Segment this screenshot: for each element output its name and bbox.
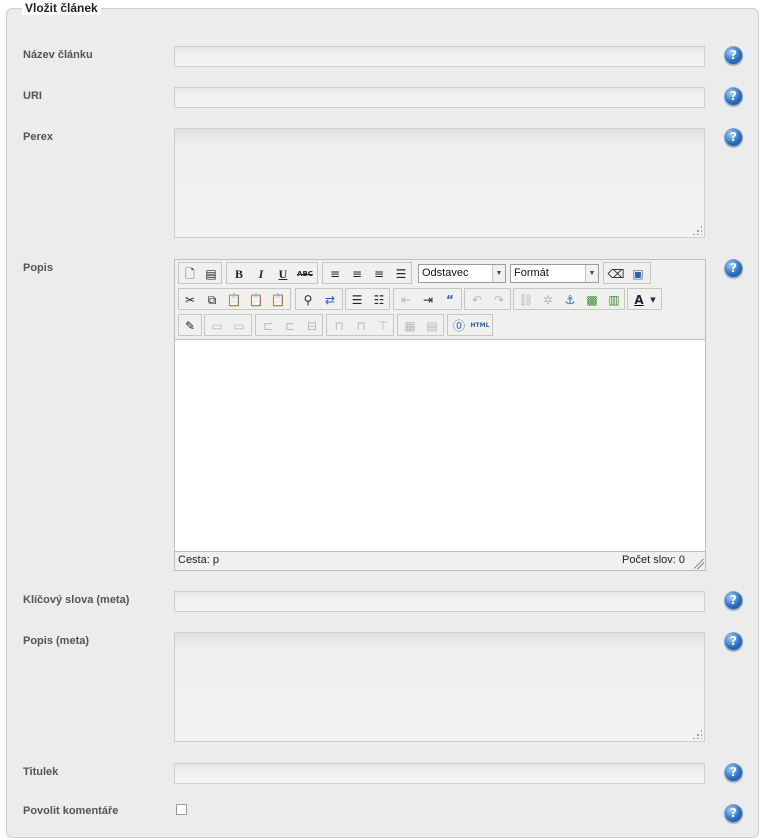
help-icon[interactable]: ?	[724, 128, 743, 147]
format-value: Formát	[514, 267, 549, 279]
toolbar-group: ⌫ ▣	[603, 262, 651, 284]
help-icon[interactable]: ⓪	[449, 317, 469, 335]
insert-col-before-icon[interactable]: ⊓	[329, 317, 349, 335]
chevron-down-icon: ▼	[492, 265, 505, 282]
help-icon[interactable]: ?	[724, 259, 743, 278]
link-icon[interactable]: ⛓	[516, 291, 536, 309]
bold-button[interactable]: B	[229, 265, 249, 283]
title-input[interactable]	[174, 46, 705, 67]
title-label: Název článku	[23, 49, 93, 61]
editor-content-area[interactable]	[175, 339, 705, 552]
image-icon[interactable]: ▩	[582, 291, 602, 309]
toolbar-group: ↶ ↷	[464, 288, 511, 310]
toolbar-group: ⚲ ⇄	[295, 288, 343, 310]
table-row-icon[interactable]: ▭	[207, 317, 227, 335]
eraser-icon[interactable]: ⌫	[606, 265, 626, 283]
toolbar-group: ▦ ▤	[397, 314, 444, 336]
edit-icon[interactable]: ✎	[180, 317, 200, 335]
indent-icon[interactable]: ⇥	[418, 291, 438, 309]
keywords-input[interactable]	[174, 591, 705, 612]
numbered-list-icon[interactable]: ☷	[369, 291, 389, 309]
replace-icon[interactable]: ⇄	[320, 291, 340, 309]
italic-button[interactable]: I	[251, 265, 271, 283]
perex-label: Perex	[23, 131, 53, 143]
toolbar-group: ⊓ ⊓ ⊤	[326, 314, 394, 336]
split-cells-icon[interactable]: ▦	[400, 317, 420, 335]
fullscreen-icon[interactable]: ▣	[628, 265, 648, 283]
editor-status-path: Cesta: p	[178, 554, 219, 566]
blockquote-button[interactable]: “	[440, 291, 460, 309]
perex-textarea[interactable]	[174, 128, 705, 238]
format-select[interactable]: Formát ▼	[510, 264, 599, 283]
form-legend: Vložit článek	[22, 1, 101, 15]
align-right-icon[interactable]: ≡	[369, 265, 389, 283]
help-icon[interactable]: ?	[724, 46, 743, 65]
unlink-icon[interactable]: ✲	[538, 291, 558, 309]
html-source-button[interactable]: HTML	[469, 317, 491, 335]
help-icon[interactable]: ?	[724, 804, 743, 823]
help-icon[interactable]: ?	[724, 591, 743, 610]
rich-text-editor: 🗋 ▤ B I U ABC ≡ ≡ ≡ ☰ Odstavec ▼ Formát …	[174, 259, 706, 571]
toolbar-group: ⊏ ⊏ ⊟	[255, 314, 323, 336]
titulek-input[interactable]	[174, 763, 705, 784]
resize-grip-icon[interactable]	[692, 225, 702, 235]
table-cell-icon[interactable]: ▭	[229, 317, 249, 335]
chevron-down-icon: ▼	[585, 265, 598, 282]
search-icon[interactable]: ⚲	[298, 291, 318, 309]
toolbar-group: ✎	[178, 314, 202, 336]
underline-button[interactable]: U	[273, 265, 293, 283]
toolbar-group: ⇤ ⇥ “	[393, 288, 462, 310]
toolbar-group: ✂ ⧉ 📋 📋 📋	[178, 288, 291, 310]
toolbar-group: A ▼	[627, 288, 662, 310]
block-format-value: Odstavec	[422, 267, 469, 279]
toolbar-group: 🗋 ▤	[178, 262, 222, 284]
outdent-icon[interactable]: ⇤	[396, 291, 416, 309]
bullet-list-icon[interactable]: ☰	[347, 291, 367, 309]
copy-icon[interactable]: ⧉	[202, 291, 222, 309]
delete-col-icon[interactable]: ⊤	[373, 317, 393, 335]
block-format-select[interactable]: Odstavec ▼	[418, 264, 506, 283]
meta-description-label: Popis (meta)	[23, 635, 90, 647]
uri-input[interactable]	[174, 87, 705, 108]
delete-row-icon[interactable]: ⊟	[302, 317, 322, 335]
merge-cells-icon[interactable]: ▤	[422, 317, 442, 335]
keywords-label: Klíčový slova (meta)	[23, 594, 130, 606]
toolbar-group: ▭ ▭	[204, 314, 252, 336]
insert-col-after-icon[interactable]: ⊓	[351, 317, 371, 335]
toolbar-group: B I U ABC	[226, 262, 318, 284]
paste-text-icon[interactable]: 📋	[246, 291, 266, 309]
help-icon[interactable]: ?	[724, 632, 743, 651]
help-icon[interactable]: ?	[724, 763, 743, 782]
align-left-icon[interactable]: ≡	[325, 265, 345, 283]
toolbar-group: ☰ ☷	[345, 288, 390, 310]
titulek-label: Titulek	[23, 766, 59, 778]
resize-grip-icon[interactable]	[694, 559, 704, 569]
toolbar-group: ⓪ HTML	[447, 314, 493, 336]
paste-word-icon[interactable]: 📋	[268, 291, 288, 309]
anchor-icon[interactable]: ⚓	[560, 291, 580, 309]
toolbar-group: ≡ ≡ ≡ ☰	[322, 262, 412, 284]
align-justify-icon[interactable]: ☰	[391, 265, 411, 283]
align-center-icon[interactable]: ≡	[347, 265, 367, 283]
chevron-down-icon[interactable]: ▼	[646, 291, 660, 309]
popis-label: Popis	[23, 262, 53, 274]
paste-icon[interactable]: 📋	[224, 291, 244, 309]
cut-icon[interactable]: ✂	[180, 291, 200, 309]
template-icon[interactable]: ▤	[201, 265, 221, 283]
insert-row-after-icon[interactable]: ⊏	[280, 317, 300, 335]
meta-description-textarea[interactable]	[174, 632, 705, 742]
strikethrough-button[interactable]: ABC	[295, 265, 315, 283]
redo-icon[interactable]: ↷	[489, 291, 509, 309]
comments-label: Povolit komentáře	[23, 805, 119, 817]
media-icon[interactable]: ▥	[604, 291, 624, 309]
editor-word-count: Počet slov: 0	[622, 554, 685, 566]
insert-row-before-icon[interactable]: ⊏	[258, 317, 278, 335]
undo-icon[interactable]: ↶	[467, 291, 487, 309]
uri-label: URI	[23, 90, 42, 102]
toolbar-group: ⛓ ✲ ⚓ ▩ ▥	[513, 288, 625, 310]
help-icon[interactable]: ?	[724, 87, 743, 106]
resize-grip-icon[interactable]	[692, 729, 702, 739]
new-document-icon[interactable]: 🗋	[180, 265, 200, 283]
